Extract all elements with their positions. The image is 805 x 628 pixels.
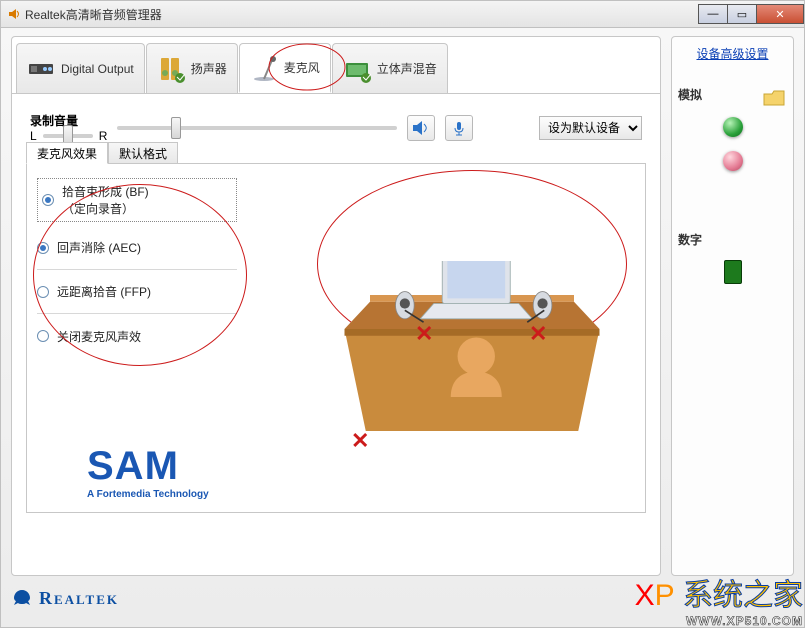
balance-slider[interactable] [43,134,93,138]
jack-green[interactable] [723,117,743,137]
default-device-dropdown[interactable]: 设为默认设备 [539,116,642,140]
opt-aec[interactable]: 回声消除 (AEC) [37,226,237,270]
inner-tab-format[interactable]: 默认格式 [108,142,178,164]
opt-beam-forming[interactable]: 拾音束形成 (BF) （定向录音） [37,178,237,222]
x-mark-icon: ✕ [351,428,369,454]
window-title: Realtek高清晰音频管理器 [25,6,162,23]
inner-tab-effects[interactable]: 麦克风效果 [26,142,108,164]
tab-label: 立体声混音 [377,60,437,77]
sam-name: SAM [87,444,209,489]
tab-speaker[interactable]: 扬声器 [146,43,238,93]
tab-stereo-mix[interactable]: 立体声混音 [332,43,448,93]
tab-label: Digital Output [61,62,134,76]
microphone-icon [250,54,278,82]
digital-port[interactable] [724,260,742,284]
opt-ffp[interactable]: 远距离拾音 (FFP) [37,270,237,314]
tab-microphone[interactable]: 麦克风 [239,43,331,93]
wm-x: X [635,579,655,612]
speaker-tab-icon [157,55,185,83]
sam-logo: SAM A Fortemedia Technology [87,444,209,500]
mic-small-icon [450,120,468,136]
x-mark-icon: ✕ [415,321,433,347]
main-panel: Digital Output 扬声器 麦克风 立体声混音 录制音量 L [11,36,661,576]
playback-mute-button[interactable] [407,115,435,141]
opt-label: 远距离拾音 (FFP) [57,283,151,300]
close-button[interactable]: ✕ [756,4,804,24]
volume-slider[interactable] [117,126,397,130]
digital-section-label: 数字 [678,231,787,248]
wm-p: P [655,579,675,612]
opt-label: 拾音束形成 (BF) （定向录音） [62,183,149,217]
window-titlebar: Realtek高清晰音频管理器 — ▭ ✕ [0,0,805,28]
radio-icon [42,194,54,206]
watermark: XP 系统之家 WWW.XP510.COM [635,570,803,628]
right-label: R [99,129,108,143]
radio-icon [37,242,49,254]
side-panel: 设备高级设置 模拟 数字 [671,36,794,576]
microphone-illustration: ✕ ✕ ✕ [297,176,647,436]
tab-label: 扬声器 [191,60,227,77]
radio-icon [37,330,49,342]
inner-tab-label: 默认格式 [119,145,167,162]
volume-row: 录制音量 L R 设为默认设备 [12,94,660,143]
x-mark-icon: ✕ [529,321,547,347]
wm-text: 系统之家 [683,579,803,612]
advanced-settings-link[interactable]: 设备高级设置 [678,45,787,62]
radio-icon [37,286,49,298]
footer: Realtek [11,586,119,610]
realtek-brand: Realtek [39,588,119,609]
folder-icon[interactable] [763,89,785,107]
mic-mute-button[interactable] [445,115,473,141]
maximize-button[interactable]: ▭ [727,4,757,24]
left-label: L [30,129,37,143]
minimize-button[interactable]: — [698,4,728,24]
speaker-icon [7,7,21,21]
wm-url: WWW.XP510.COM [635,614,803,628]
digital-output-icon [27,55,55,83]
effects-panel: 麦克风效果 默认格式 拾音束形成 (BF) （定向录音） 回声消除 (AEC) … [26,163,646,513]
opt-label: 关闭麦克风声效 [57,328,141,345]
speaker-unmute-icon [412,120,430,136]
device-tabs: Digital Output 扬声器 麦克风 立体声混音 [12,37,660,94]
inner-tab-label: 麦克风效果 [37,145,97,162]
opt-disable-fx[interactable]: 关闭麦克风声效 [37,314,237,358]
jack-pink[interactable] [723,151,743,171]
sam-tagline: A Fortemedia Technology [87,489,209,500]
stereo-mix-icon [343,55,371,83]
opt-label: 回声消除 (AEC) [57,239,141,256]
window-controls: — ▭ ✕ [699,4,804,24]
tab-label: 麦克风 [284,59,320,76]
realtek-crab-icon [11,586,33,610]
tab-digital-output[interactable]: Digital Output [16,43,145,93]
effect-options: 拾音束形成 (BF) （定向录音） 回声消除 (AEC) 远距离拾音 (FFP)… [37,178,237,358]
